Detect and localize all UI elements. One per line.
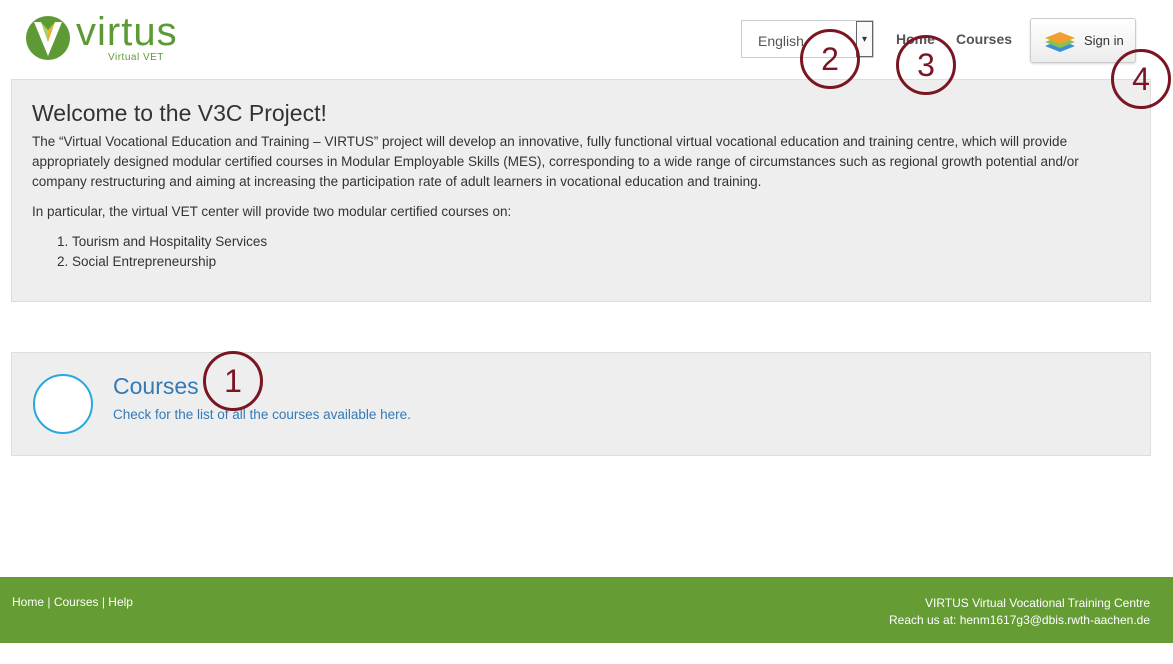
course-topic-list: Tourism and Hospitality Services Social … — [32, 232, 267, 272]
logo-tagline: Virtual VET — [108, 52, 164, 63]
footer-separator: | — [98, 595, 109, 609]
annotation-marker-2: 2 — [800, 29, 860, 89]
language-select-value: English — [758, 33, 804, 49]
welcome-description: The “Virtual Vocational Education and Tr… — [32, 134, 1079, 189]
courses-circle-icon[interactable] — [33, 374, 93, 434]
welcome-panel: Welcome to the V3C Project! The “Virtual… — [11, 79, 1151, 302]
annotation-marker-1: 1 — [203, 351, 263, 411]
layers-icon — [1045, 32, 1075, 52]
footer-home-link[interactable]: Home — [12, 595, 44, 609]
welcome-intro-list: In particular, the virtual VET center wi… — [32, 204, 512, 219]
sign-in-label: Sign in — [1084, 33, 1124, 48]
courses-card-description[interactable]: Check for the list of all the courses av… — [113, 407, 411, 422]
footer: Home | Courses | Help VIRTUS Virtual Voc… — [0, 577, 1173, 643]
virtus-logo[interactable]: virtus Virtual VET — [24, 10, 184, 64]
footer-links: Home | Courses | Help — [12, 595, 133, 609]
welcome-title: Welcome to the V3C Project! — [32, 100, 327, 126]
logo-name: virtus — [76, 10, 178, 54]
annotation-marker-4: 4 — [1111, 49, 1171, 109]
annotation-marker-3: 3 — [896, 35, 956, 95]
footer-courses-link[interactable]: Courses — [54, 595, 99, 609]
courses-card[interactable]: Courses Check for the list of all the co… — [11, 352, 1151, 456]
list-item: Social Entrepreneurship — [72, 252, 267, 272]
list-item: Tourism and Hospitality Services — [72, 232, 267, 252]
courses-card-title[interactable]: Courses — [113, 373, 199, 400]
footer-help-link[interactable]: Help — [108, 595, 133, 609]
nav-courses-link[interactable]: Courses — [956, 31, 1012, 47]
footer-info: VIRTUS Virtual Vocational Training Centr… — [889, 595, 1150, 629]
footer-separator: | — [44, 595, 54, 609]
virtus-logo-icon — [26, 16, 70, 60]
footer-contact: Reach us at: henm1617g3@dbis.rwth-aachen… — [888, 613, 1150, 627]
footer-org-name: VIRTUS Virtual Vocational Training Centr… — [924, 596, 1150, 610]
